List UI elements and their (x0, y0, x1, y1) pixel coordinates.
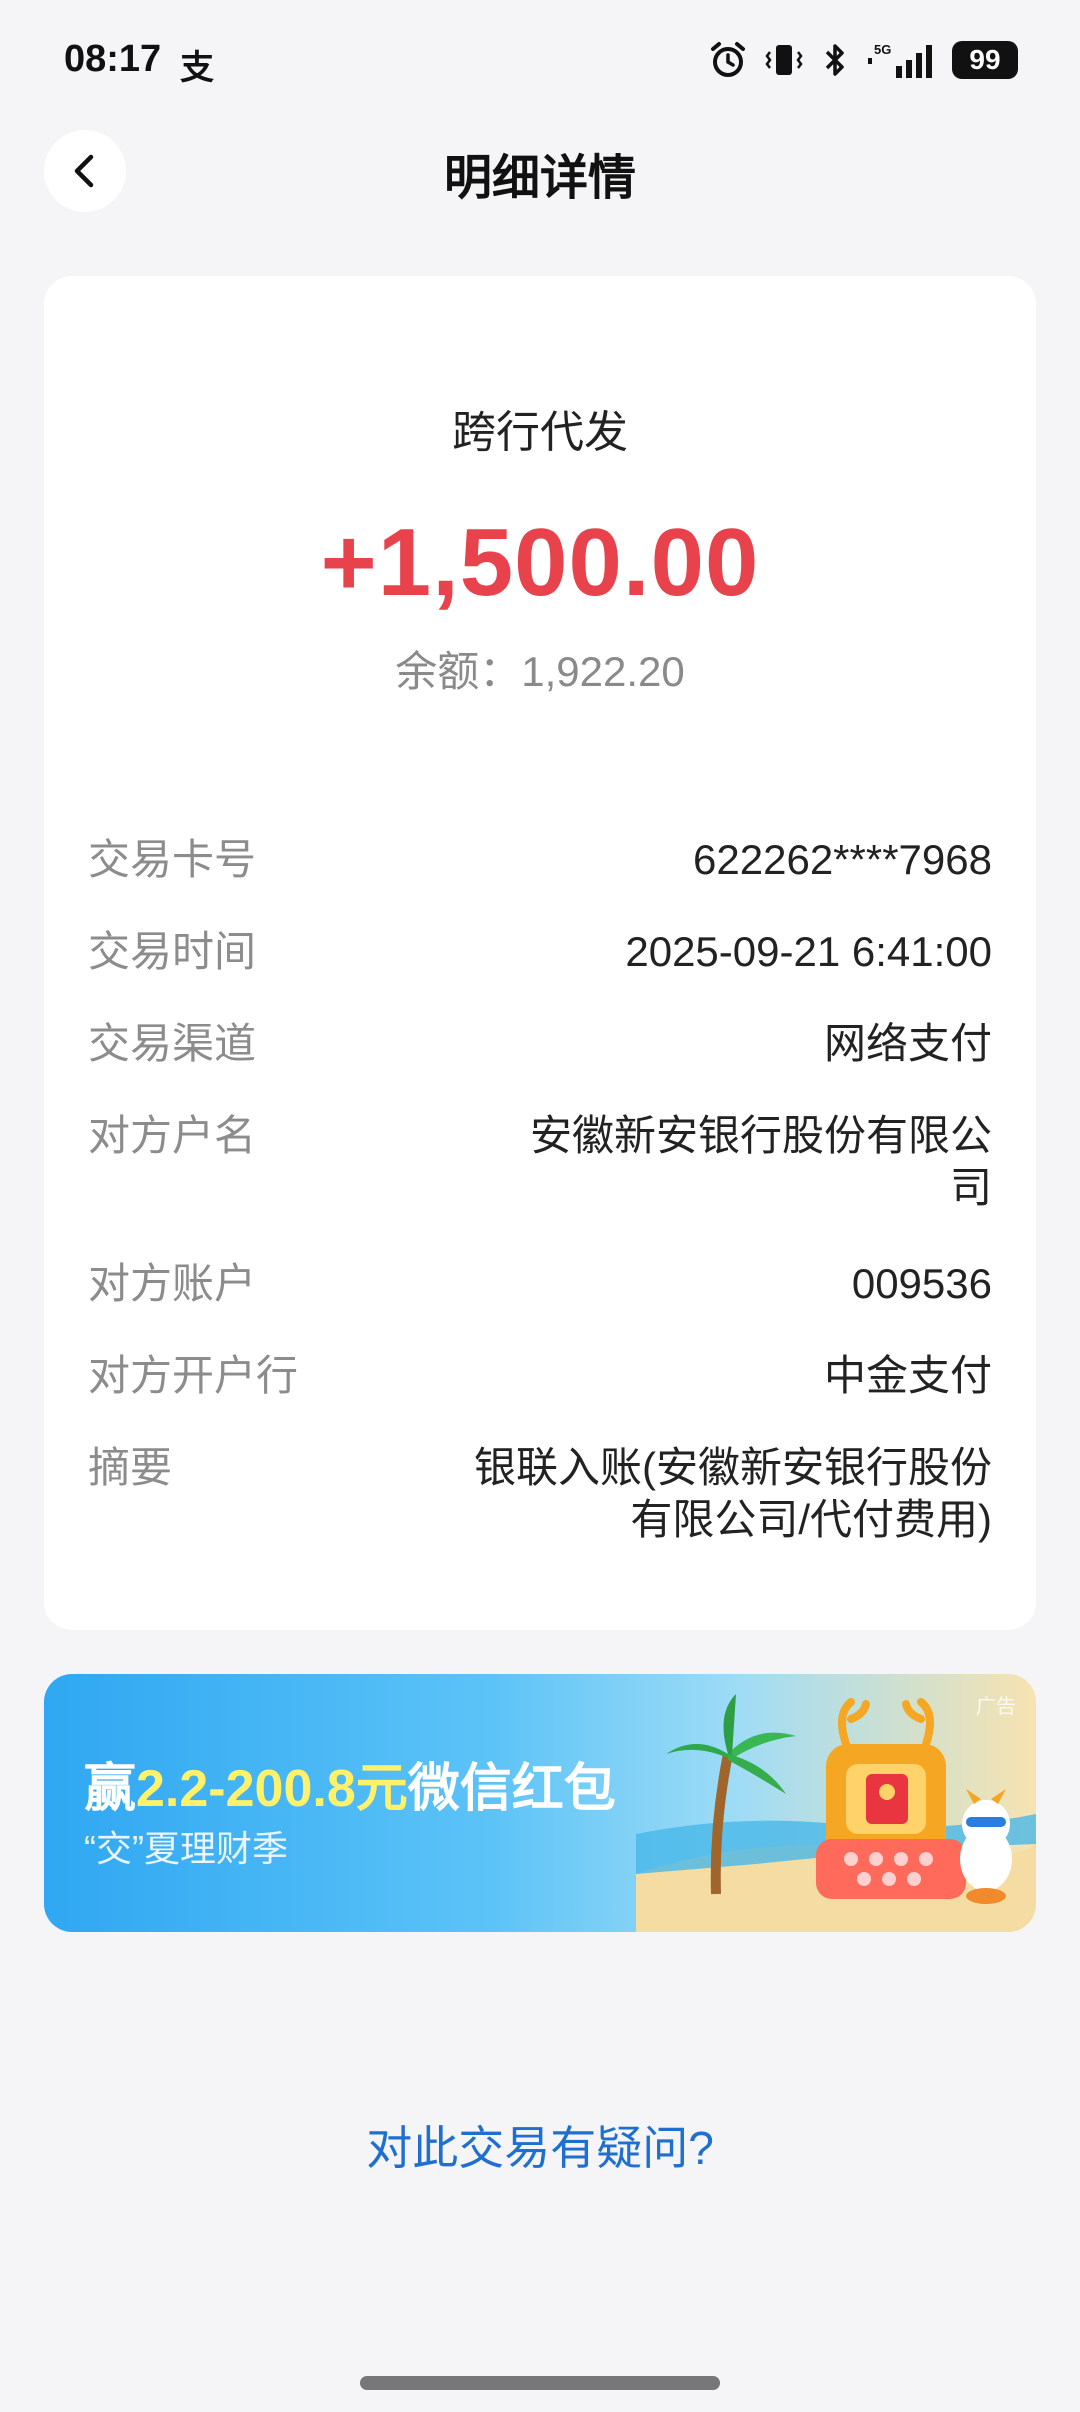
detail-label: 交易时间 (88, 928, 257, 975)
detail-value: 安徽新安银行股份有限公司 (529, 1112, 992, 1211)
detail-label: 交易渠道 (88, 1020, 257, 1067)
transaction-detail-card: 跨行代发 +1,500.00 余额：1,922.20 交易卡号 622262**… (44, 276, 1036, 1630)
page-title: 明细详情 (443, 152, 636, 205)
detail-label: 对方开户行 (88, 1352, 299, 1399)
balance-label: 余额： (395, 648, 522, 695)
promo-title-highlight: 2.2-200.8元 (136, 1760, 408, 1818)
detail-value: 622262****7968 (693, 836, 992, 883)
alipay-notification-icon: 支 (180, 49, 214, 87)
signal-icon: 5G (868, 42, 932, 78)
promo-subtitle: “交”夏理财季 (84, 1828, 288, 1869)
status-time: 08:17 (64, 38, 162, 80)
detail-label: 对方户名 (88, 1112, 257, 1159)
promo-title-suffix: 微信红包 (407, 1760, 616, 1818)
detail-value: 银联入账(安徽新安银行股份有限公司/代付费用) (474, 1444, 992, 1543)
detail-label: 交易卡号 (88, 836, 257, 883)
detail-label: 对方账户 (88, 1260, 257, 1307)
bluetooth-icon (825, 44, 844, 76)
vibrate-icon (765, 45, 803, 75)
transaction-question-link[interactable]: 对此交易有疑问? (0, 2112, 1080, 2178)
beach-illustration-icon (636, 1694, 1036, 1932)
promo-banner[interactable]: 赢2.2-200.8元微信红包 “交”夏理财季 广告 (44, 1674, 1036, 1932)
transaction-type: 跨行代发 (452, 408, 628, 457)
svg-text:5G: 5G (874, 42, 891, 57)
detail-value: 009536 (851, 1260, 992, 1307)
home-indicator[interactable] (360, 2376, 720, 2390)
alarm-icon (711, 42, 745, 77)
status-icons: 5G 99 (708, 36, 1018, 84)
detail-label: 摘要 (88, 1444, 173, 1491)
detail-value: 网络支付 (823, 1020, 992, 1067)
promo-title-prefix: 赢 (84, 1760, 137, 1818)
detail-value: 2025-09-21 6:41:00 (625, 928, 992, 975)
promo-title: 赢2.2-200.8元微信红包 (84, 1746, 616, 1821)
transaction-amount: +1,500.00 (320, 509, 760, 616)
balance-value: 1,922.20 (521, 648, 685, 695)
balance-line: 余额：1,922.20 (44, 638, 1036, 699)
detail-value: 中金支付 (823, 1352, 992, 1399)
status-bar: 08:17 支 5G 99 (0, 0, 1080, 120)
battery-icon: 99 (952, 41, 1018, 79)
screen: 08:17 支 5G 99 明细详情 跨行代发 +1,500.00 余额：1,9… (0, 0, 1080, 2412)
